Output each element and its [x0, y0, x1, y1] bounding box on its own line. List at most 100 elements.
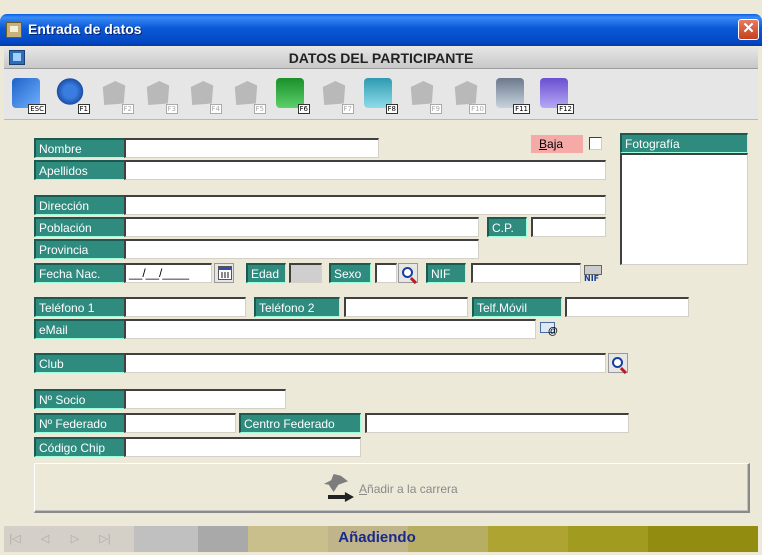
sexo-search-button[interactable]	[398, 263, 418, 283]
add-label-accesskey: A	[359, 482, 368, 496]
club-search-button[interactable]	[608, 353, 628, 373]
poblacion-input[interactable]	[124, 217, 479, 237]
baja-label-accesskey: B	[539, 137, 548, 151]
add-to-race-button[interactable]: Añadir a la carrera	[34, 463, 750, 513]
toolbar-button-f4[interactable]: F4	[186, 76, 222, 114]
fkey-label: F11	[513, 104, 530, 114]
cp-label: C.P.	[487, 217, 527, 237]
centro-federado-label: Centro Federado	[239, 413, 361, 433]
next-record-button[interactable]: ▷	[68, 532, 82, 546]
fkey-label: F10	[469, 104, 486, 114]
toolbar-button-f6[interactable]: F6	[274, 76, 310, 114]
fkey-label: F2	[121, 104, 134, 114]
telefono1-label: Teléfono 1	[34, 297, 134, 317]
toolbar-button-f3[interactable]: F3	[142, 76, 178, 114]
nif-label: NIF	[426, 263, 466, 283]
close-button[interactable]: ✕	[738, 19, 759, 40]
toolbar-button-esc[interactable]: ESC	[10, 76, 46, 114]
edad-input	[289, 263, 322, 283]
codigo-chip-label: Código Chip	[34, 437, 134, 457]
apellidos-input[interactable]	[124, 160, 606, 180]
participant-form: Nombre Baja Fotografía Apellidos Direcci…	[14, 125, 754, 515]
sexo-label: Sexo	[329, 263, 371, 283]
app-window: Entrada de datos ✕ DATOS DEL PARTICIPANT…	[0, 0, 762, 555]
toolbar-button-f9[interactable]: F9	[406, 76, 442, 114]
status-segment	[408, 526, 488, 552]
toolbar-button-f10[interactable]: F10	[450, 76, 486, 114]
n-socio-input[interactable]	[124, 389, 286, 409]
club-label: Club	[34, 353, 134, 373]
email-label: eMail	[34, 319, 134, 339]
prev-record-button[interactable]: ◁	[38, 532, 52, 546]
window-title: Entrada de datos	[28, 21, 142, 37]
sexo-input[interactable]	[375, 263, 397, 283]
title-bar[interactable]: Entrada de datos ✕	[0, 14, 762, 46]
n-federado-input[interactable]	[124, 413, 236, 433]
fkey-label: F7	[341, 104, 354, 114]
status-segment	[328, 526, 408, 552]
status-segment	[248, 526, 328, 552]
nif-input[interactable]	[471, 263, 581, 283]
cp-input[interactable]	[531, 217, 606, 237]
provincia-input[interactable]	[124, 239, 479, 259]
club-input[interactable]	[124, 353, 606, 373]
telf-movil-input[interactable]	[565, 297, 689, 317]
section-header: DATOS DEL PARTICIPANTE	[4, 47, 758, 69]
runner-icon	[318, 472, 356, 504]
nif-icon-text: NIF	[584, 274, 600, 283]
status-segment	[134, 526, 198, 552]
toolbar-button-f12[interactable]: F12	[538, 76, 574, 114]
calendar-icon	[218, 266, 232, 280]
search-icon	[612, 357, 623, 368]
baja-label-text: aja	[547, 137, 564, 151]
toolbar-button-f8[interactable]: F8	[362, 76, 398, 114]
calendar-button[interactable]	[214, 263, 234, 283]
direccion-input[interactable]	[124, 195, 606, 215]
toolbar-button-f5[interactable]: F5	[230, 76, 266, 114]
nif-button[interactable]: NIF	[583, 263, 603, 283]
fecha-nac-label: Fecha Nac.	[34, 263, 134, 283]
edad-label: Edad	[246, 263, 286, 283]
status-bar: |◁ ◁ ▷ ▷|	[4, 526, 758, 552]
n-federado-label: Nº Federado	[34, 413, 134, 433]
mail-icon: @	[538, 319, 560, 339]
fkey-label: ESC	[28, 104, 46, 114]
n-socio-label: Nº Socio	[34, 389, 134, 409]
codigo-chip-input[interactable]	[124, 437, 361, 457]
email-send-button[interactable]: @	[538, 319, 558, 339]
email-input[interactable]	[124, 319, 536, 339]
telefono2-input[interactable]	[344, 297, 468, 317]
nif-card-icon: NIF	[583, 263, 605, 283]
toolbar-button-f2[interactable]: F2	[98, 76, 134, 114]
poblacion-label: Población	[34, 217, 134, 237]
add-label-text: ñadir a la carrera	[367, 482, 458, 496]
app-icon	[6, 22, 22, 38]
fecha-nac-input[interactable]: __/__/____	[124, 263, 212, 283]
photo-box[interactable]	[620, 153, 748, 265]
fotografia-label: Fotografía	[620, 133, 748, 153]
nombre-label: Nombre	[34, 138, 134, 158]
fkey-label: F4	[209, 104, 222, 114]
baja-checkbox[interactable]	[589, 137, 602, 150]
telefono1-input[interactable]	[124, 297, 246, 317]
fkey-label: F5	[253, 104, 266, 114]
fkey-label: F1	[77, 104, 90, 114]
fkey-label: F3	[165, 104, 178, 114]
status-segment	[648, 526, 758, 552]
toolbar: ESC F1 F2 F3 F4 F5 F6 F7 F8 F9 F10 F11 F12	[4, 70, 758, 120]
baja-label: Baja	[531, 135, 583, 153]
section-title: DATOS DEL PARTICIPANTE	[288, 50, 474, 66]
centro-federado-input[interactable]	[365, 413, 629, 433]
toolbar-button-f7[interactable]: F7	[318, 76, 354, 114]
nombre-input[interactable]	[124, 138, 379, 158]
status-segment	[488, 526, 568, 552]
last-record-button[interactable]: ▷|	[98, 532, 112, 546]
direccion-label: Dirección	[34, 195, 134, 215]
apellidos-label: Apellidos	[34, 160, 134, 180]
toolbar-button-f1[interactable]: F1	[54, 76, 90, 114]
telf-movil-label: Telf.Móvil	[472, 297, 562, 317]
search-icon	[402, 267, 413, 278]
toolbar-button-f11[interactable]: F11	[494, 76, 530, 114]
first-record-button[interactable]: |◁	[8, 532, 22, 546]
fkey-label: F12	[557, 104, 574, 114]
